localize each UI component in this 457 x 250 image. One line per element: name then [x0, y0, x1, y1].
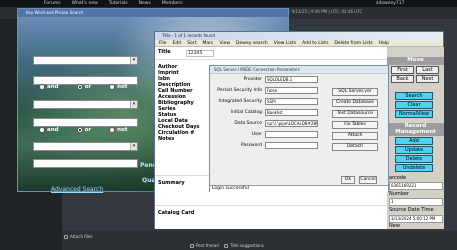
record-controls-panel: Move First Last Back Next Search Clear N…: [387, 47, 444, 229]
create-database-button[interactable]: Create Database: [332, 99, 378, 107]
initial-catalog-field[interactable]: Booklist: [265, 109, 318, 116]
provider-field[interactable]: SQLOLEDB.1: [265, 76, 318, 83]
radio-not-1[interactable]: [109, 84, 116, 90]
clear-button[interactable]: Clear: [395, 101, 433, 109]
search-field-select-3[interactable]: ▾: [33, 142, 138, 151]
divider: [155, 59, 387, 60]
forum-nav-whats-new[interactable]: What's new: [72, 1, 98, 6]
field-label-notes: Notes: [158, 136, 175, 142]
field-label-summary: Summary: [158, 180, 185, 186]
undelete-button[interactable]: Undelete: [395, 164, 433, 172]
menu-add-to-lists[interactable]: Add to Lists: [302, 41, 328, 46]
radio-and-1[interactable]: [39, 84, 45, 90]
last-button[interactable]: Last: [416, 66, 439, 74]
barcode-label: arcode: [389, 175, 407, 181]
ok-button[interactable]: Ok: [341, 176, 355, 184]
update-button[interactable]: Update: [395, 146, 433, 154]
search-input-2[interactable]: [33, 118, 138, 127]
record-management-header: Record Management: [387, 123, 444, 136]
initial-catalog-label: Initial Catalog: [230, 110, 262, 115]
menu-view[interactable]: View: [219, 41, 230, 46]
normal-view-button[interactable]: NormalView: [395, 110, 433, 118]
advanced-search-link[interactable]: Advanced Search: [51, 186, 103, 193]
paperclip-icon: [64, 234, 68, 239]
bool-row-2: and or not: [39, 127, 127, 133]
sql-connection-dialog: SQL Server / MSDE Connection Parameters …: [209, 65, 389, 192]
menu-sort[interactable]: Sort: [187, 41, 196, 46]
menu-marc[interactable]: Marc: [202, 41, 213, 46]
first-button[interactable]: First: [391, 66, 414, 74]
radio-or-1[interactable]: [76, 84, 83, 90]
forum-nav-forums[interactable]: Forums: [44, 1, 61, 6]
next-button[interactable]: Next: [416, 75, 439, 83]
bool-row-1: and or not: [39, 84, 127, 90]
add-button[interactable]: Add: [395, 137, 433, 145]
user-field[interactable]: [265, 131, 318, 138]
menu-file[interactable]: File: [159, 41, 167, 46]
source-date-label: Source Date Time: [389, 207, 434, 213]
radio-or-2[interactable]: [76, 127, 83, 133]
integrated-security-field[interactable]: SSPI: [265, 98, 318, 105]
post-thread-button[interactable]: Post thread: [190, 243, 219, 248]
user-label: User: [251, 132, 262, 137]
radio-not-2[interactable]: [109, 127, 116, 133]
data-source-label: Data Source: [234, 121, 262, 126]
sql-server-ver-button[interactable]: SQL Server.ver: [332, 88, 378, 96]
field-label-catalog-card: Catalog Card: [158, 210, 195, 216]
search-field-select-2[interactable]: ▾: [33, 100, 138, 109]
provider-label: Provider: [243, 77, 262, 82]
menu-view-lists[interactable]: View Lists: [274, 41, 296, 46]
number-field[interactable]: 1: [389, 198, 443, 206]
number-label: Number: [389, 191, 410, 197]
data-source-field[interactable]: np:\\.\pipe\LOCALDB#2BD3: [265, 120, 318, 127]
move-header: Move: [387, 57, 444, 65]
persist-security-label: Persist Security Info: [217, 88, 262, 93]
catalog-menubar: File Edit Sort Marc View Dewey search Vi…: [155, 40, 443, 47]
persist-security-field[interactable]: False: [265, 87, 318, 94]
detach-button[interactable]: Detach: [332, 143, 378, 151]
photo-search-titlebar[interactable]: Key Word and Phrase Search: [18, 9, 288, 17]
password-label: Password: [240, 143, 262, 148]
chevron-down-icon: ▾: [130, 143, 137, 150]
chevron-down-icon: ▾: [130, 101, 137, 108]
post-icon: [190, 243, 194, 248]
search-input-3[interactable]: [33, 159, 138, 168]
menu-help[interactable]: Help: [379, 41, 389, 46]
test-datasource-button[interactable]: Test Datasource: [332, 110, 378, 118]
password-field[interactable]: [265, 142, 318, 149]
menu-delete-from-lists[interactable]: Delete from Lists: [334, 41, 372, 46]
delete-button[interactable]: Delete: [395, 155, 433, 163]
forum-user-menu[interactable]: zdowney717: [376, 1, 405, 6]
lightbulb-icon: [224, 243, 228, 248]
search-button[interactable]: Search: [395, 92, 433, 100]
forum-nav-members[interactable]: Members: [162, 1, 183, 6]
menu-edit[interactable]: Edit: [173, 41, 182, 46]
new-label: New: [389, 223, 400, 229]
back-button[interactable]: Back: [391, 75, 414, 83]
title-value: 12345: [188, 51, 203, 56]
attach-files-button[interactable]: Attach files: [64, 234, 92, 239]
fix-tables-button[interactable]: Fix Tables: [332, 121, 378, 129]
integrated-security-label: Integrated Security: [218, 99, 262, 104]
source-date-field[interactable]: 3/13/2024 5:00:12 PM: [389, 215, 443, 223]
status-bar: Login successful: [210, 185, 388, 192]
cancel-button[interactable]: Cancel: [359, 176, 377, 184]
attach-button[interactable]: Attach: [332, 132, 378, 140]
barcode-field[interactable]: 0361169221: [389, 182, 443, 190]
title-suggestions-button[interactable]: Title suggestions: [224, 243, 264, 248]
forum-top-nav: Forums What's new Tutorials News Members…: [0, 0, 457, 7]
divider: [155, 205, 387, 206]
sql-dialog-titlebar[interactable]: SQL Server / MSDE Connection Parameters: [210, 66, 388, 74]
radio-and-2[interactable]: [39, 127, 45, 133]
forum-nav-tutorials[interactable]: Tutorials: [109, 1, 128, 6]
catalog-titlebar[interactable]: Title - 1 of 1 records found: [155, 32, 443, 40]
field-label-title: Title: [158, 49, 171, 55]
menu-dewey-search[interactable]: Dewey search: [236, 41, 268, 46]
forum-nav-news[interactable]: News: [139, 1, 151, 6]
search-field-select-1[interactable]: ▾: [33, 56, 138, 65]
chevron-down-icon: ▾: [130, 57, 137, 64]
